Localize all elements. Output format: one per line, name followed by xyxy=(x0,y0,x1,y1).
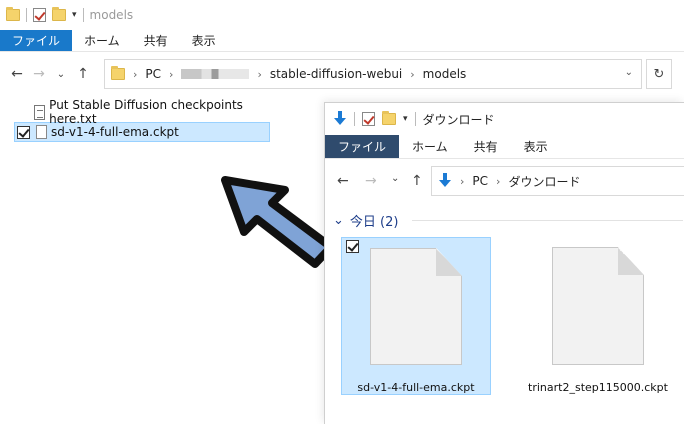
file-name: trinart2_step115000.ckpt xyxy=(528,381,668,394)
customize-toolbar-icon[interactable]: ▾ xyxy=(72,10,77,20)
file-icon xyxy=(370,248,462,365)
checkbox-icon[interactable] xyxy=(346,240,359,253)
window-title: models xyxy=(89,8,134,22)
address-bar[interactable]: › PC › ダウンロード xyxy=(431,166,684,196)
tab-file[interactable]: ファイル xyxy=(0,30,73,51)
forward-arrow-icon[interactable]: → xyxy=(365,173,377,189)
ribbon-tabs: ファイル ホーム 共有 表示 xyxy=(0,30,684,52)
new-folder-icon[interactable] xyxy=(382,111,396,125)
file-icon xyxy=(36,125,47,139)
tab-home[interactable]: ホーム xyxy=(399,135,461,158)
file-name: Put Stable Diffusion checkpoints here.tx… xyxy=(49,98,243,126)
tab-view[interactable]: 表示 xyxy=(511,135,561,158)
properties-icon[interactable] xyxy=(362,112,375,126)
tab-share[interactable]: 共有 xyxy=(461,135,511,158)
divider xyxy=(354,112,355,126)
forward-arrow-icon[interactable]: → xyxy=(28,66,50,82)
download-icon xyxy=(438,173,452,189)
back-arrow-icon[interactable]: ← xyxy=(337,173,349,189)
download-icon xyxy=(333,111,347,127)
chevron-right-icon: › xyxy=(169,67,174,81)
checkbox-icon[interactable] xyxy=(17,125,30,139)
divider xyxy=(26,8,27,22)
back-arrow-icon[interactable]: ← xyxy=(6,66,28,82)
folder-icon xyxy=(111,66,125,80)
new-folder-icon[interactable] xyxy=(52,7,66,21)
tab-home[interactable]: ホーム xyxy=(72,30,132,51)
breadcrumb-webui[interactable]: stable-diffusion-webui xyxy=(270,67,402,81)
chevron-down-icon[interactable]: ⌄ xyxy=(625,67,633,78)
tab-file[interactable]: ファイル xyxy=(325,135,400,158)
tab-share[interactable]: 共有 xyxy=(132,30,180,51)
up-arrow-icon[interactable]: ↑ xyxy=(72,66,94,82)
up-arrow-icon[interactable]: ↑ xyxy=(411,173,423,189)
folder-icon xyxy=(6,7,20,21)
address-bar[interactable]: › PC › › stable-diffusion-webui › models… xyxy=(104,59,642,89)
title-bar: ▾ models xyxy=(0,0,684,30)
tab-view[interactable]: 表示 xyxy=(180,30,228,51)
navigation-bar: ← → ⌄ ↑ › PC › › stable-diffusion-webui … xyxy=(0,56,684,92)
recent-locations-icon[interactable]: ⌄ xyxy=(391,173,399,184)
breadcrumb-pc[interactable]: PC xyxy=(472,174,488,188)
chevron-right-icon: › xyxy=(257,67,262,81)
text-file-icon xyxy=(34,104,46,120)
chevron-down-icon[interactable]: ⌄ xyxy=(333,213,344,228)
ribbon-tabs: ファイル ホーム 共有 表示 xyxy=(325,135,684,159)
chevron-right-icon: › xyxy=(133,67,138,81)
file-name: sd-v1-4-full-ema.ckpt xyxy=(357,381,475,394)
file-name: sd-v1-4-full-ema.ckpt xyxy=(51,125,179,139)
group-header-today[interactable]: ⌄ 今日 (2) xyxy=(333,211,683,230)
file-list: Put Stable Diffusion checkpoints here.tx… xyxy=(14,98,274,142)
refresh-button[interactable]: ↻ xyxy=(646,59,672,89)
title-bar: ▾ ダウンロード xyxy=(325,103,684,135)
file-tile[interactable]: trinart2_step115000.ckpt xyxy=(523,237,673,395)
chevron-right-icon: › xyxy=(410,67,415,81)
file-tile-selected[interactable]: sd-v1-4-full-ema.ckpt xyxy=(341,237,491,395)
divider xyxy=(82,8,84,22)
customize-toolbar-icon[interactable]: ▾ xyxy=(403,114,408,124)
breadcrumb-pc[interactable]: PC xyxy=(145,67,161,81)
chevron-right-icon: › xyxy=(496,174,501,188)
explorer-window-downloads: ▾ ダウンロード ファイル ホーム 共有 表示 ← → ⌄ ↑ › PC › ダ… xyxy=(324,102,684,424)
file-icon xyxy=(552,247,644,365)
window-title: ダウンロード xyxy=(422,112,495,127)
redacted-user-folder xyxy=(181,69,250,79)
breadcrumb-models[interactable]: models xyxy=(423,67,467,81)
chevron-right-icon: › xyxy=(460,174,465,188)
divider xyxy=(414,112,416,126)
recent-locations-icon[interactable]: ⌄ xyxy=(50,69,72,80)
navigation-bar: ← → ⌄ ↑ › PC › ダウンロード xyxy=(325,165,684,197)
divider xyxy=(412,220,683,221)
breadcrumb-downloads[interactable]: ダウンロード xyxy=(508,173,580,190)
list-item[interactable]: Put Stable Diffusion checkpoints here.tx… xyxy=(14,98,274,126)
group-label: 今日 (2) xyxy=(349,215,399,230)
properties-icon[interactable] xyxy=(33,8,46,22)
